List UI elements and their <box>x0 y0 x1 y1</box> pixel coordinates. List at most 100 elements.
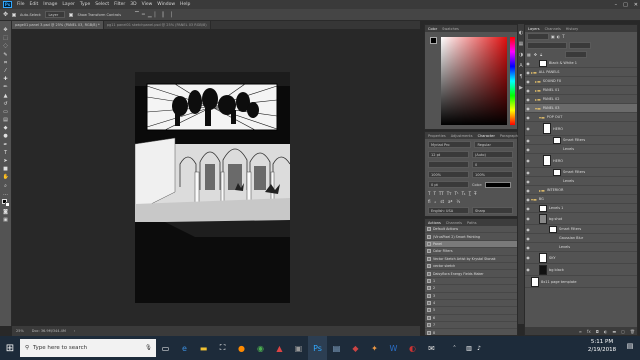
superscript-button[interactable]: T¹ <box>455 191 459 196</box>
photoshop-logo[interactable]: Ps <box>3 1 12 8</box>
move-tool-icon[interactable]: ✥ <box>3 11 8 18</box>
tab-properties[interactable]: Properties <box>428 134 446 138</box>
minimize-icon[interactable]: – <box>615 2 618 8</box>
lock-all-icon[interactable]: 🔒︎ <box>540 52 542 57</box>
color-panel-icon[interactable]: ◐ <box>519 30 523 36</box>
task-view-icon[interactable]: ▭ <box>156 336 175 360</box>
crop-tool-icon[interactable]: ⌗ <box>3 60 9 66</box>
eye-icon[interactable]: ◉ <box>525 236 531 241</box>
tab-pg11[interactable]: pg11 panel01 sketchpanel.psd @ 25% (PANE… <box>103 21 211 29</box>
lock-position-icon[interactable]: ✥ <box>534 52 537 57</box>
underline-button[interactable]: T̲ <box>469 191 471 196</box>
new-layer-icon[interactable]: ▢ <box>621 329 625 334</box>
list-item[interactable]: 6 <box>425 315 517 323</box>
menu-view[interactable]: View <box>142 2 153 7</box>
actions-panel-icon[interactable]: ▶ <box>519 85 523 91</box>
align-middle-icon[interactable]: ═ <box>142 12 145 18</box>
layer-row[interactable]: ◉ ▸▬ PANEL 01 <box>525 86 637 95</box>
layer-row[interactable]: ◉ ▾▬ PANEL 03 <box>525 104 637 113</box>
quick-select-tool-icon[interactable]: ✎ <box>3 52 9 58</box>
toggle-checkbox[interactable] <box>427 256 431 261</box>
add-mask-icon[interactable]: ◘ <box>596 329 599 334</box>
list-item[interactable]: 1 <box>425 278 517 286</box>
delete-layer-icon[interactable]: 🗑︎ <box>630 329 635 334</box>
align-right-icon[interactable]: ▕ <box>168 12 172 18</box>
eye-icon[interactable]: ◉ <box>525 227 531 232</box>
notifications-icon[interactable]: ▤ <box>624 342 636 354</box>
layer-row[interactable]: ◉ ▸▬ INTERIOR <box>525 186 637 195</box>
list-item[interactable]: Vector Sketch Artist by Krystal Stonak <box>425 256 517 263</box>
align-bottom-icon[interactable]: ▁ <box>148 12 152 18</box>
eye-icon[interactable]: ◉ <box>525 115 531 120</box>
color-swatches[interactable] <box>1 198 10 207</box>
eye-icon[interactable]: ◉ <box>525 79 531 84</box>
menu-3d[interactable]: 3D <box>130 2 136 7</box>
list-item[interactable]: 5 <box>425 307 517 315</box>
tab-page01[interactable]: page01 panel 3.psd @ 25% (PANEL 03, RGB/… <box>12 21 104 29</box>
list-item[interactable]: Color Filters <box>425 248 517 256</box>
app-icon-2[interactable]: ◆ <box>346 336 365 360</box>
edge-icon[interactable]: e <box>175 336 194 360</box>
menu-window[interactable]: Window <box>157 2 175 7</box>
gradient-tool-icon[interactable]: ▤ <box>3 117 9 123</box>
eye-icon[interactable]: ◉ <box>525 245 531 250</box>
list-item[interactable]: 4 <box>425 300 517 308</box>
eye-icon[interactable]: ◉ <box>525 255 531 260</box>
menu-file[interactable]: File <box>17 2 25 7</box>
tab-history[interactable]: History <box>566 27 578 31</box>
app-icon-1[interactable]: ▤ <box>327 336 346 360</box>
file-explorer-icon[interactable]: ▬ <box>194 336 213 360</box>
auto-select-checkbox[interactable] <box>12 12 17 17</box>
small-caps-button[interactable]: Tт <box>447 191 452 196</box>
eye-icon[interactable]: ◉ <box>525 179 531 184</box>
tray-up-icon[interactable]: ⌃ <box>445 336 464 360</box>
toggle-checkbox[interactable] <box>427 264 431 269</box>
microphone-icon[interactable]: 🎙︎ <box>145 345 152 351</box>
eyedropper-tool-icon[interactable]: ⁄ <box>3 68 9 74</box>
blend-mode-select[interactable] <box>527 42 567 49</box>
list-item[interactable]: Daisyflora Energy Fields Maker <box>425 270 517 278</box>
layer-row[interactable]: ◉ ▸▬ ALL PANELS <box>525 68 637 77</box>
font-family-select[interactable]: Myriad Pro <box>428 141 472 148</box>
menu-edit[interactable]: Edit <box>30 2 39 7</box>
language-select[interactable]: English: USA <box>428 207 469 214</box>
ordinals-button[interactable]: aª <box>448 199 452 204</box>
notes-icon[interactable]: ▲ <box>270 336 289 360</box>
layer-row[interactable]: ◉ ▾▬ POP OUT <box>525 113 637 122</box>
eye-icon[interactable]: ◉ <box>525 216 531 221</box>
path-select-tool-icon[interactable]: ➤ <box>3 158 9 164</box>
toggle-checkbox[interactable] <box>427 278 431 283</box>
tab-layers[interactable]: Layers <box>528 27 540 31</box>
list-item[interactable]: Panel <box>425 240 517 249</box>
marquee-tool-icon[interactable]: ⬚ <box>3 35 9 41</box>
history-brush-icon[interactable]: ↺ <box>3 101 9 107</box>
swash-button[interactable]: st <box>440 199 444 204</box>
tab-channels[interactable]: Channels <box>545 27 561 31</box>
fill-field[interactable] <box>565 51 588 58</box>
layer-row[interactable]: ◉ Smart Filters <box>525 225 637 234</box>
faux-italic-button[interactable]: T <box>433 191 435 196</box>
eraser-tool-icon[interactable]: ▭ <box>3 109 9 115</box>
toggle-checkbox[interactable] <box>427 330 431 335</box>
list-item[interactable]: 7 <box>425 322 517 330</box>
eye-icon[interactable]: ◉ <box>525 158 531 163</box>
layer-row[interactable]: ◉ ▾▬ BG <box>525 195 637 204</box>
baseline-shift-field[interactable]: 0 pt <box>428 181 469 188</box>
list-item[interactable]: vector sketch <box>425 263 517 271</box>
toggle-checkbox[interactable] <box>427 308 431 313</box>
filter-pixel-icon[interactable]: ▣ <box>551 34 555 39</box>
align-icons[interactable]: ▔ ═ ▁ ▏ ║ ▕ <box>135 12 171 18</box>
more-tools-icon[interactable]: … <box>3 191 9 197</box>
eye-icon[interactable]: ◉ <box>525 267 531 272</box>
subscript-button[interactable]: T₁ <box>462 191 466 196</box>
align-top-icon[interactable]: ▔ <box>135 12 139 18</box>
new-adjustment-icon[interactable]: ◐ <box>604 329 608 334</box>
layer-row[interactable]: ◉ ▸▬ PANEL 02 <box>525 95 637 104</box>
layer-row[interactable]: ◉ Smart Filters <box>525 136 637 145</box>
tab-paths[interactable]: Paths <box>467 221 477 225</box>
character-panel-icon[interactable]: A <box>519 63 522 69</box>
color-field[interactable] <box>441 37 507 125</box>
toggle-checkbox[interactable] <box>427 293 431 298</box>
tab-color[interactable]: Color <box>428 27 437 31</box>
toggle-checkbox[interactable] <box>427 286 431 291</box>
